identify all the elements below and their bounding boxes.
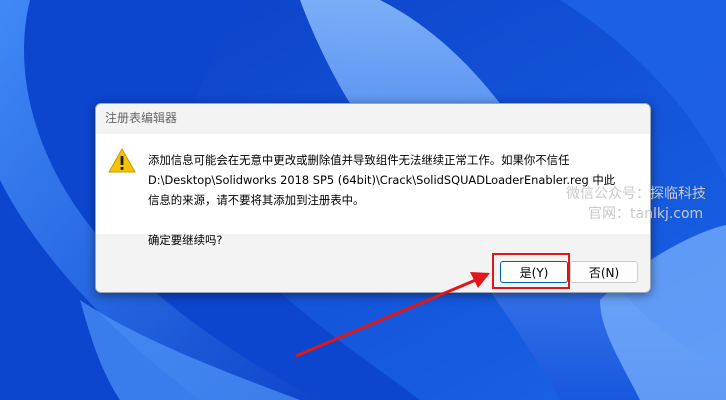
annotation-highlight-box bbox=[492, 253, 570, 289]
message-line: 添加信息可能会在无意中更改或删除值并导致组件无法继续正常工作。如果你不信任 bbox=[148, 153, 570, 167]
watermark-line2: 官网：tanlkj.com bbox=[588, 206, 704, 222]
watermark: 微信公众号：探临科技 官网：tanlkj.com bbox=[566, 184, 726, 224]
dialog-title: 注册表编辑器 bbox=[96, 104, 650, 134]
warning-icon bbox=[108, 148, 136, 173]
confirm-question: 确定要继续吗? bbox=[148, 233, 223, 247]
watermark-line1: 微信公众号：探临科技 bbox=[566, 186, 706, 202]
no-button[interactable]: 否(N) bbox=[570, 261, 638, 283]
